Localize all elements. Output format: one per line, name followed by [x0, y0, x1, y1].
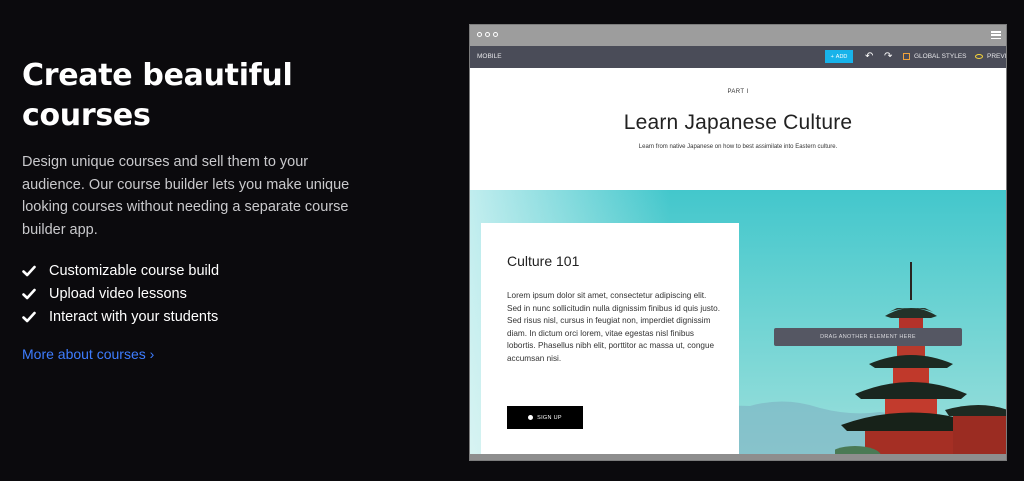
global-styles-label: GLOBAL STYLES [914, 53, 967, 60]
feature-item: Interact with your students [22, 305, 382, 328]
undo-icon[interactable]: ↶ [865, 51, 873, 62]
description: Design unique courses and sell them to y… [22, 154, 350, 238]
pagoda-image [835, 262, 1006, 460]
course-builder-mockup: MOBILE + ADD ↶ ↷ GLOBAL STYLES PREVI PAR… [469, 24, 1007, 461]
styles-icon [903, 53, 910, 60]
feature-list: Customizable course build Upload video l… [22, 259, 382, 328]
feature-item: Customizable course build [22, 259, 382, 282]
window-dot [493, 32, 498, 37]
page-title: Learn Japanese Culture [623, 111, 853, 134]
menu-icon[interactable] [991, 31, 1001, 39]
feature-label: Interact with your students [49, 308, 219, 325]
browser-title-bar [470, 25, 1006, 46]
redo-icon[interactable]: ↷ [884, 51, 892, 62]
page-header-section[interactable]: PART I Learn Japanese Culture Learn from… [470, 68, 1006, 190]
add-button[interactable]: + ADD [825, 50, 853, 63]
headline-line-2: courses [22, 98, 151, 133]
window-dot [485, 32, 490, 37]
page-subtitle: Learn from native Japanese on how to bes… [638, 144, 838, 150]
part-label: PART I [727, 89, 749, 95]
plus-icon: + [830, 53, 834, 60]
more-about-courses-link[interactable]: More about courses › [22, 346, 154, 362]
check-icon [22, 288, 36, 299]
headline-line-1: Create beautiful [22, 58, 293, 93]
preview-button[interactable]: PREVI [975, 53, 1007, 60]
preview-label: PREVI [987, 53, 1007, 60]
builder-toolbar: MOBILE + ADD ↶ ↷ GLOBAL STYLES PREVI [470, 46, 1006, 68]
course-card[interactable]: Culture 101 Lorem ipsum dolor sit amet, … [481, 223, 739, 460]
sign-up-icon [528, 415, 534, 420]
global-styles-button[interactable]: GLOBAL STYLES [903, 53, 967, 60]
card-body-text: Lorem ipsum dolor sit amet, consectetur … [507, 291, 720, 363]
add-label: ADD [835, 53, 848, 60]
sign-up-button[interactable]: SIGN UP [507, 406, 583, 429]
mobile-view-toggle[interactable]: MOBILE [477, 53, 502, 60]
hero-image-section[interactable]: Culture 101 Lorem ipsum dolor sit amet, … [470, 190, 1006, 460]
window-dot [477, 32, 482, 37]
headline: Create beautiful courses [22, 56, 382, 136]
eye-icon [975, 54, 983, 59]
check-icon [22, 311, 36, 322]
marketing-copy: Create beautiful courses Design unique c… [22, 56, 382, 363]
check-icon [22, 265, 36, 276]
card-title: Culture 101 [507, 253, 580, 269]
bottom-bar [470, 454, 1006, 460]
feature-item: Upload video lessons [22, 282, 382, 305]
feature-label: Customizable course build [49, 262, 220, 279]
sign-up-label: SIGN UP [537, 414, 562, 421]
drop-zone[interactable]: DRAG ANOTHER ELEMENT HERE [774, 328, 962, 346]
window-dots [477, 32, 498, 37]
feature-label: Upload video lessons [49, 285, 187, 302]
